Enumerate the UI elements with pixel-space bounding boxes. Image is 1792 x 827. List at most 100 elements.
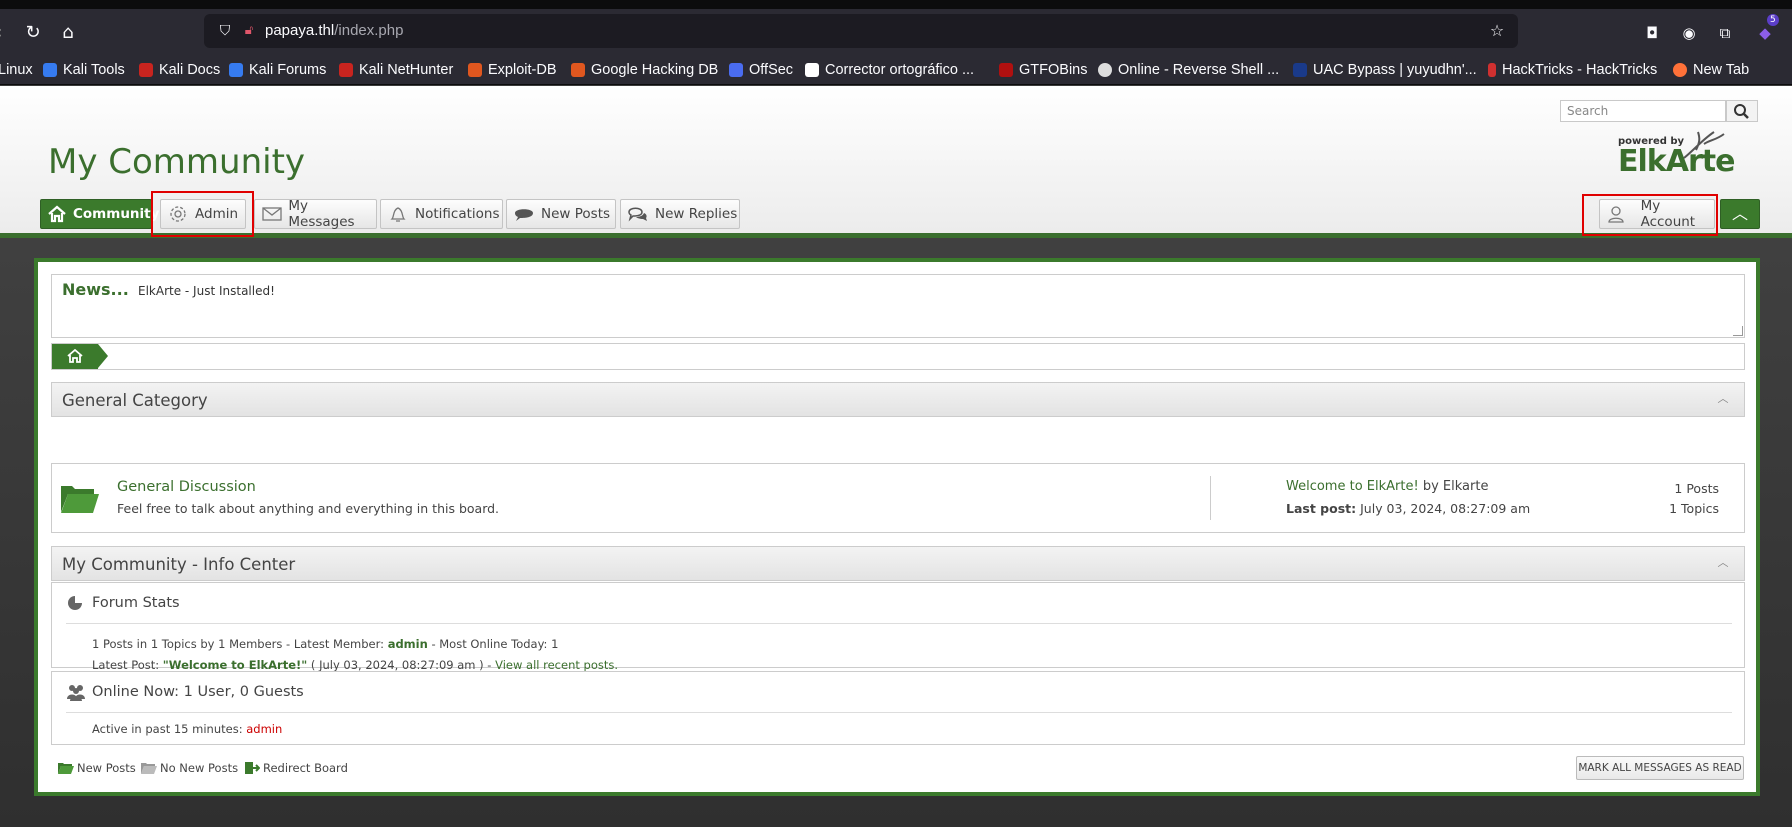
most-online: - Most Online Today: 1 xyxy=(431,637,559,651)
elkarte-logo[interactable]: powered by ElkArte xyxy=(1614,130,1735,182)
online-now-block: Online Now: 1 User, 0 Guests Active in p… xyxy=(51,671,1745,745)
ghdb-favicon-icon xyxy=(571,63,585,77)
forum-header: Search My Community powered by ElkArte C… xyxy=(0,86,1792,238)
bookmark-star-icon[interactable]: ☆ xyxy=(1484,18,1510,44)
folder-open-icon xyxy=(58,763,74,774)
latest-post-link[interactable]: "Welcome to ElkArte!" xyxy=(163,658,307,672)
home-icon[interactable]: ⌂ xyxy=(55,20,81,46)
divider xyxy=(66,623,1732,624)
nav-community-button[interactable]: Community xyxy=(40,199,159,229)
bookmark-label: HackTricks - HackTricks xyxy=(1502,62,1658,78)
pocket-icon[interactable]: ◘ xyxy=(1639,20,1665,46)
news-title: News... xyxy=(62,280,129,299)
last-post-label: Last post: xyxy=(1286,501,1357,516)
bookmark-linux[interactable]: Linux xyxy=(0,61,33,79)
lock-insecure-icon[interactable]: 🔓︎ xyxy=(236,18,262,44)
firefox-favicon-icon xyxy=(1673,63,1687,77)
online-now-heading: Online Now: 1 User, 0 Guests xyxy=(66,682,304,702)
bookmark-google-hacking-db[interactable]: Google Hacking DB xyxy=(571,61,718,79)
url-host: papaya.thl xyxy=(265,22,335,39)
site-title[interactable]: My Community xyxy=(48,142,305,182)
nav-messages-button[interactable]: My Messages xyxy=(254,198,377,230)
url-text[interactable]: papaya.thl/index.php xyxy=(265,22,403,39)
url-bar[interactable]: ⛉ 🔓︎ papaya.thl/index.php ☆ xyxy=(204,14,1518,48)
bookmarks-bar: Linux Kali Tools Kali Docs Kali Forums K… xyxy=(0,55,1792,85)
tab-strip xyxy=(0,0,1792,9)
bookmark-label: Kali Tools xyxy=(63,62,125,78)
kali-docs-favicon-icon xyxy=(139,63,153,77)
chat-bubbles-icon xyxy=(627,204,649,224)
collapse-category-icon[interactable]: ︿ xyxy=(1716,392,1730,406)
search-input[interactable]: Search xyxy=(1560,100,1726,122)
board-posts-count: 1 Posts xyxy=(1674,481,1719,496)
bookmark-label: New Tab xyxy=(1693,62,1750,78)
board-separator xyxy=(1210,476,1211,520)
users-icon xyxy=(66,682,88,702)
bell-icon xyxy=(387,204,409,224)
search-button[interactable] xyxy=(1726,100,1758,122)
forum-stats-heading: Forum Stats xyxy=(66,593,180,613)
resize-handle-icon[interactable] xyxy=(1733,326,1743,336)
breadcrumb-arrow xyxy=(98,344,108,368)
gtfobins-favicon-icon xyxy=(999,63,1013,77)
bookmark-kali-forums[interactable]: Kali Forums xyxy=(229,61,326,79)
shield-icon[interactable]: ⛉ xyxy=(212,18,238,44)
kali-forums-favicon-icon xyxy=(229,63,243,77)
bookmark-kali-nethunter[interactable]: Kali NetHunter xyxy=(339,61,453,79)
offsec-favicon-icon xyxy=(729,63,743,77)
bookmark-exploit-db[interactable]: Exploit-DB xyxy=(468,61,557,79)
board-name-link[interactable]: General Discussion xyxy=(117,479,256,495)
last-post-date-line: Last post: July 03, 2024, 08:27:09 am xyxy=(1286,501,1530,516)
bookmark-corrector[interactable]: Corrector ortográfico ... xyxy=(805,61,974,79)
bookmark-label: UAC Bypass | yuyudhn'... xyxy=(1313,62,1477,78)
latest-member-link[interactable]: admin xyxy=(388,637,428,651)
category-title[interactable]: General Category xyxy=(62,391,208,410)
nav-new-posts-button[interactable]: New Posts xyxy=(506,199,616,229)
bookmark-new-tab[interactable]: New Tab xyxy=(1673,61,1749,79)
bookmark-reverse-shell[interactable]: Online - Reverse Shell ... xyxy=(1098,61,1279,79)
bookmark-gtfobins[interactable]: GTFOBins xyxy=(999,61,1087,79)
bookmark-label: Kali Forums xyxy=(249,62,327,78)
online-now-title: Online Now: 1 User, 0 Guests xyxy=(92,684,304,700)
bookmark-hacktricks[interactable]: HackTricks - HackTricks xyxy=(1488,61,1657,79)
news-box: News... ElkArte - Just Installed! xyxy=(51,274,1745,338)
hacktricks-favicon-icon xyxy=(1488,63,1496,77)
account-icon[interactable]: ◉ xyxy=(1676,20,1702,46)
extensions-icon[interactable]: ⧉ xyxy=(1712,20,1738,46)
board-description: Feel free to talk about anything and eve… xyxy=(117,501,500,516)
home-icon xyxy=(47,204,67,224)
bookmark-uac-bypass[interactable]: UAC Bypass | yuyudhn'... xyxy=(1293,61,1477,79)
news-text: ElkArte - Just Installed! xyxy=(138,284,275,298)
page: Search My Community powered by ElkArte C… xyxy=(0,86,1792,827)
search-icon xyxy=(1734,104,1749,119)
last-post-by: by xyxy=(1422,479,1439,494)
home-icon xyxy=(67,348,83,363)
info-center-title[interactable]: My Community - Info Center xyxy=(62,555,295,574)
view-recent-posts-link[interactable]: View all recent posts. xyxy=(495,658,618,672)
collapse-info-center-icon[interactable]: ︿ xyxy=(1716,556,1730,570)
extension-badge-icon[interactable]: ◆ 5 xyxy=(1752,14,1779,46)
forum-stats-title: Forum Stats xyxy=(92,595,180,611)
stats-line-1: 1 Posts in 1 Topics by 1 Members - Lates… xyxy=(92,637,558,651)
bookmark-kali-docs[interactable]: Kali Docs xyxy=(139,61,220,79)
corrector-favicon-icon xyxy=(805,63,819,77)
legend-no-new-posts-label: No New Posts xyxy=(160,761,239,775)
reload-icon[interactable]: ↻ xyxy=(20,20,46,46)
bookmark-offsec[interactable]: OffSec xyxy=(729,61,793,79)
bookmark-kali-tools[interactable]: Kali Tools xyxy=(43,61,125,79)
legend-redirect-board-label: Redirect Board xyxy=(263,761,348,775)
mark-all-read-button[interactable]: MARK ALL MESSAGES AS READ xyxy=(1576,756,1744,780)
collapse-header-button[interactable]: ︿ xyxy=(1720,199,1760,229)
skull-favicon-icon xyxy=(1098,63,1112,77)
back-icon[interactable]: ‹ xyxy=(0,20,12,46)
active-user-link[interactable]: admin xyxy=(246,722,282,736)
stats-summary: 1 Posts in 1 Topics by 1 Members - Lates… xyxy=(92,637,385,651)
nav-notifications-button[interactable]: Notifications xyxy=(380,199,503,229)
board-topics-count: 1 Topics xyxy=(1669,501,1719,516)
breadcrumb-home-button[interactable] xyxy=(52,344,98,369)
last-post-title-link[interactable]: Welcome to ElkArte! xyxy=(1286,479,1419,494)
envelope-icon xyxy=(261,204,282,224)
nav-new-replies-button[interactable]: New Replies xyxy=(620,199,740,229)
info-center-header: My Community - Info Center ︿ xyxy=(51,546,1745,581)
redirect-icon xyxy=(245,762,260,774)
